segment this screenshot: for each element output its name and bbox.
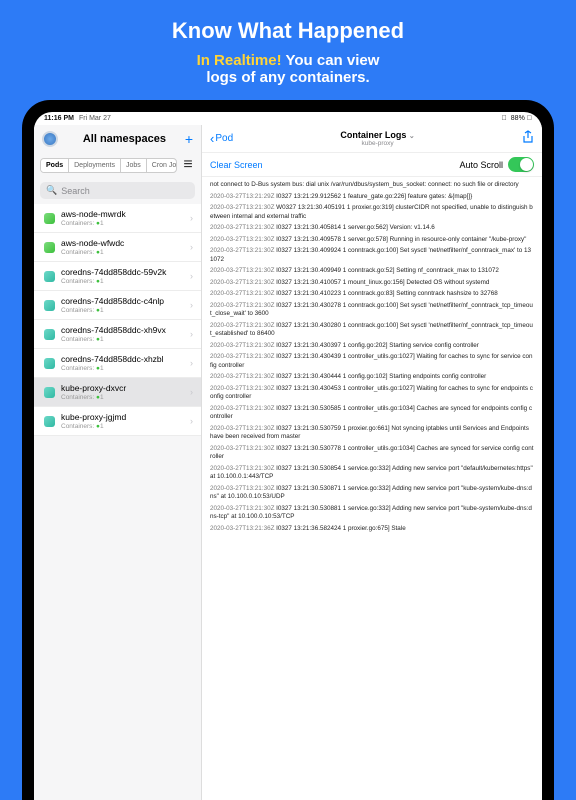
log-line: 2020-03-27T13:21:29Z I0327 13:21:29.9125…	[210, 193, 534, 202]
battery-icon: 88% 􀛨	[511, 115, 532, 122]
pod-name: coredns-74dd858ddc-c4nlp	[61, 296, 190, 306]
promo-title: Know What Happened	[0, 18, 576, 44]
device-frame: 11:16 PM Fri Mar 27 􀙇 88% 􀛨 All namespace…	[22, 100, 554, 800]
autoscroll-label: Auto Scroll	[459, 160, 503, 170]
status-bar: 11:16 PM Fri Mar 27 􀙇 88% 􀛨	[34, 112, 542, 125]
log-line: 2020-03-27T13:21:30Z I0327 13:21:30.4303…	[210, 342, 534, 351]
tab-jobs[interactable]: Jobs	[120, 159, 146, 172]
status-icons: 􀙇 88% 􀛨	[498, 115, 532, 122]
pod-icon	[44, 416, 55, 427]
pod-sub: Containers: ●1	[61, 423, 190, 430]
list-item[interactable]: coredns-74dd858ddc-xhzblContainers: ●1›	[34, 349, 201, 378]
log-line: 2020-03-27T13:21:30Z I0327 13:21:30.4302…	[210, 322, 534, 339]
list-item[interactable]: kube-proxy-dxvcrContainers: ●1›	[34, 378, 201, 407]
log-line: 2020-03-27T13:21:30Z I0327 13:21:30.5305…	[210, 405, 534, 422]
main-panel: ‹Pod Container Logs ⌄ kube-proxy Clear S…	[202, 125, 542, 800]
pod-icon	[44, 300, 55, 311]
chevron-right-icon: ›	[190, 213, 193, 223]
pod-name: aws-node-mwrdk	[61, 209, 190, 219]
pod-icon	[44, 213, 55, 224]
pod-name: kube-proxy-dxvcr	[61, 383, 190, 393]
pod-name: coredns-74dd858ddc-xh9vx	[61, 325, 190, 335]
menu-icon[interactable]: ≡	[181, 156, 195, 174]
log-line: 2020-03-27T13:21:30Z W0327 13:21:30.4051…	[210, 204, 534, 221]
pod-sub: Containers: ●1	[61, 278, 190, 285]
log-line: 2020-03-27T13:21:30Z I0327 13:21:30.5308…	[210, 485, 534, 502]
resource-tabs[interactable]: Pods Deployments Jobs Cron Jobs	[40, 158, 177, 173]
promo-subtitle-2: logs of any containers.	[0, 69, 576, 86]
add-button[interactable]: +	[185, 131, 193, 147]
log-line: not connect to D-Bus system bus: dial un…	[210, 181, 534, 190]
status-time: 11:16 PM	[44, 115, 74, 122]
pod-icon	[44, 387, 55, 398]
pod-sub: Containers: ●1	[61, 220, 190, 227]
log-line: 2020-03-27T13:21:30Z I0327 13:21:30.4302…	[210, 302, 534, 319]
tab-cronjobs[interactable]: Cron Jobs	[146, 159, 177, 172]
namespace-title[interactable]: All namespaces	[64, 133, 185, 145]
chevron-right-icon: ›	[190, 358, 193, 368]
tab-pods[interactable]: Pods	[41, 159, 68, 172]
page-subtitle: kube-proxy	[233, 140, 522, 147]
chevron-left-icon: ‹	[210, 131, 214, 146]
pod-icon	[44, 358, 55, 369]
list-item[interactable]: coredns-74dd858ddc-c4nlpContainers: ●1›	[34, 291, 201, 320]
promo-subtitle: In Realtime! You can view	[0, 52, 576, 69]
cluster-icon[interactable]	[42, 131, 58, 147]
chevron-right-icon: ›	[190, 300, 193, 310]
pod-name: coredns-74dd858ddc-xhzbl	[61, 354, 190, 364]
status-date: Fri Mar 27	[79, 115, 111, 122]
list-item[interactable]: aws-node-wfwdcContainers: ●1›	[34, 233, 201, 262]
chevron-right-icon: ›	[190, 271, 193, 281]
log-line: 2020-03-27T13:21:36Z I0327 13:21:36.5824…	[210, 525, 534, 534]
log-line: 2020-03-27T13:21:30Z I0327 13:21:30.4099…	[210, 267, 534, 276]
search-placeholder: Search	[61, 186, 90, 196]
search-input[interactable]: 🔍 Search	[40, 182, 195, 199]
pod-icon	[44, 242, 55, 253]
pod-icon	[44, 329, 55, 340]
log-line: 2020-03-27T13:21:30Z I0327 13:21:30.5307…	[210, 425, 534, 442]
log-line: 2020-03-27T13:21:30Z I0327 13:21:30.4102…	[210, 290, 534, 299]
chevron-down-icon: ⌄	[409, 133, 415, 140]
pod-name: kube-proxy-jgjmd	[61, 412, 190, 422]
log-viewer[interactable]: not connect to D-Bus system bus: dial un…	[202, 177, 542, 800]
pod-sub: Containers: ●1	[61, 365, 190, 372]
search-icon: 🔍	[46, 185, 57, 196]
list-item[interactable]: coredns-74dd858ddc-xh9vxContainers: ●1›	[34, 320, 201, 349]
log-line: 2020-03-27T13:21:30Z I0327 13:21:30.5307…	[210, 445, 534, 462]
log-line: 2020-03-27T13:21:30Z I0327 13:21:30.4095…	[210, 236, 534, 245]
list-item[interactable]: aws-node-mwrdkContainers: ●1›	[34, 204, 201, 233]
sidebar: All namespaces + Pods Deployments Jobs C…	[34, 125, 202, 800]
pod-sub: Containers: ●1	[61, 336, 190, 343]
log-line: 2020-03-27T13:21:30Z I0327 13:21:30.5308…	[210, 505, 534, 522]
chevron-right-icon: ›	[190, 416, 193, 426]
pod-sub: Containers: ●1	[61, 394, 190, 401]
log-line: 2020-03-27T13:21:30Z I0327 13:21:30.4304…	[210, 373, 534, 382]
screen: 11:16 PM Fri Mar 27 􀙇 88% 􀛨 All namespace…	[34, 112, 542, 800]
page-title: Container Logs ⌄	[233, 130, 522, 140]
list-item[interactable]: coredns-74dd858ddc-59v2kContainers: ●1›	[34, 262, 201, 291]
chevron-right-icon: ›	[190, 242, 193, 252]
pod-name: coredns-74dd858ddc-59v2k	[61, 267, 190, 277]
chevron-right-icon: ›	[190, 329, 193, 339]
pod-list: aws-node-mwrdkContainers: ●1›aws-node-wf…	[34, 204, 201, 800]
clear-button[interactable]: Clear Screen	[210, 160, 263, 170]
log-line: 2020-03-27T13:21:30Z I0327 13:21:30.4099…	[210, 247, 534, 264]
pod-sub: Containers: ●1	[61, 249, 190, 256]
log-line: 2020-03-27T13:21:30Z I0327 13:21:30.4304…	[210, 385, 534, 402]
promo-banner: Know What Happened In Realtime! You can …	[0, 0, 576, 100]
log-line: 2020-03-27T13:21:30Z I0327 13:21:30.5308…	[210, 465, 534, 482]
pod-name: aws-node-wfwdc	[61, 238, 190, 248]
pod-icon	[44, 271, 55, 282]
wifi-icon: 􀙇	[502, 115, 507, 122]
back-button[interactable]: ‹Pod	[210, 131, 233, 146]
log-line: 2020-03-27T13:21:30Z I0327 13:21:30.4058…	[210, 224, 534, 233]
autoscroll-toggle[interactable]	[508, 157, 534, 172]
tab-deployments[interactable]: Deployments	[68, 159, 120, 172]
chevron-right-icon: ›	[190, 387, 193, 397]
log-line: 2020-03-27T13:21:30Z I0327 13:21:30.4100…	[210, 279, 534, 288]
pod-sub: Containers: ●1	[61, 307, 190, 314]
log-line: 2020-03-27T13:21:30Z I0327 13:21:30.4304…	[210, 353, 534, 370]
share-button[interactable]	[522, 130, 534, 147]
list-item[interactable]: kube-proxy-jgjmdContainers: ●1›	[34, 407, 201, 436]
